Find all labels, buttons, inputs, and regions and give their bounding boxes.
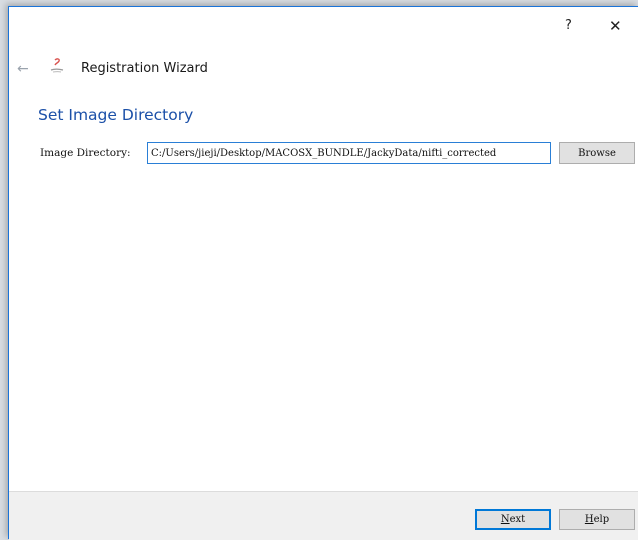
next-button[interactable]: Next — [475, 509, 551, 530]
help-button[interactable]: Help — [559, 509, 635, 530]
image-directory-label: Image Directory: — [40, 147, 131, 159]
help-titlebar-button[interactable]: ? — [565, 17, 572, 35]
registration-app-icon — [49, 57, 65, 75]
wizard-footer: Next Help — [9, 491, 638, 540]
back-arrow-icon[interactable]: ← — [17, 61, 29, 77]
close-button[interactable]: ✕ — [609, 17, 622, 35]
page-title: Set Image Directory — [38, 106, 194, 124]
image-directory-input[interactable] — [147, 142, 551, 164]
registration-wizard-window: ? ✕ ← Registration Wizard Set Image Dire… — [8, 6, 638, 540]
browse-button[interactable]: Browse — [559, 142, 635, 164]
wizard-title: Registration Wizard — [81, 61, 208, 76]
